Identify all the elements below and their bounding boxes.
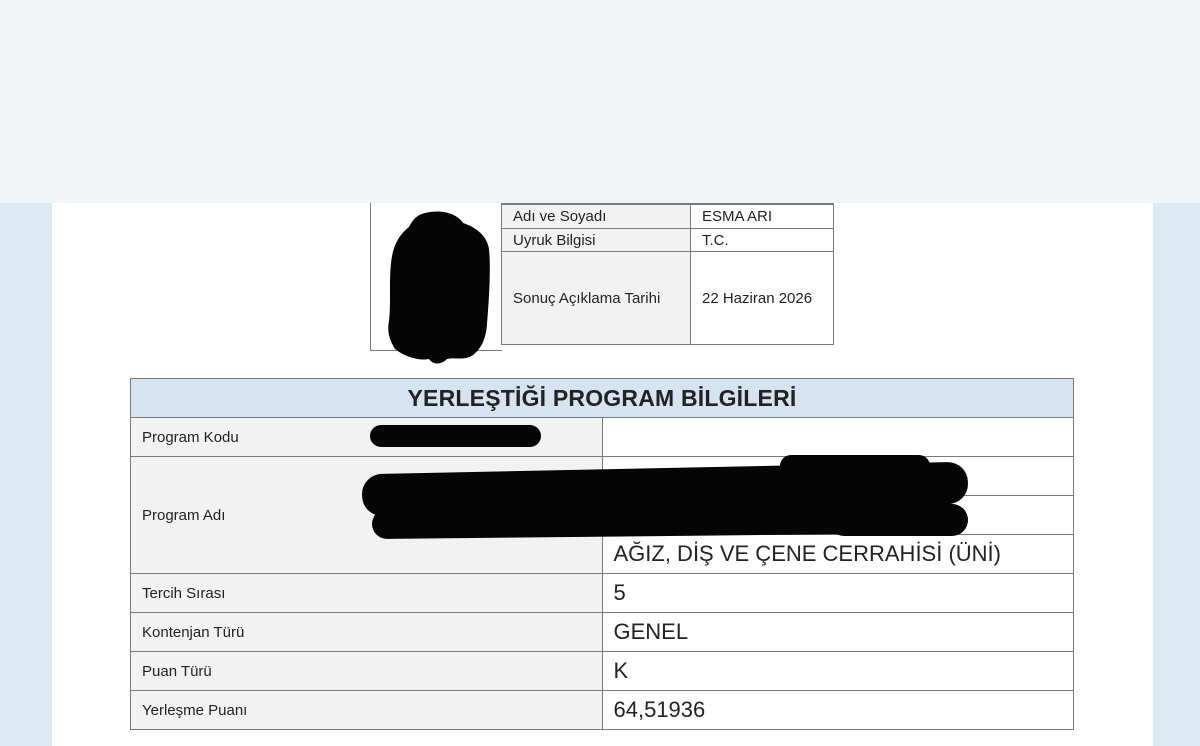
program-code-value — [601, 417, 1074, 457]
personal-info-table: Adı ve Soyadı ESMA ARI Uyruk Bilgisi T.C… — [501, 203, 834, 345]
preference-order-label: Tercih Sırası — [130, 573, 603, 613]
result-date-label: Sonuç Açıklama Tarihi — [501, 251, 691, 345]
placement-score-label: Yerleşme Puanı — [130, 690, 603, 730]
top-bar — [0, 0, 1200, 203]
placement-score-row: Yerleşme Puanı 64,51936 — [130, 690, 1074, 730]
info-row-result-date: Sonuç Açıklama Tarihi 22 Haziran 2026 — [501, 251, 834, 345]
program-code-redaction — [370, 425, 541, 447]
quota-type-row: Kontenjan Türü GENEL — [130, 612, 1074, 652]
applicant-photo — [370, 203, 502, 364]
program-code-row: Program Kodu — [130, 417, 1074, 457]
name-value: ESMA ARI — [690, 203, 834, 229]
result-date-value: 22 Haziran 2026 — [690, 251, 834, 345]
quota-type-label: Kontenjan Türü — [130, 612, 603, 652]
preference-order-value: 5 — [601, 573, 1074, 613]
score-type-value: K — [601, 651, 1074, 691]
name-label: Adı ve Soyadı — [501, 203, 691, 229]
quota-type-value: GENEL — [601, 612, 1074, 652]
program-name-redaction-2 — [780, 455, 930, 477]
info-row-nationality: Uyruk Bilgisi T.C. — [501, 228, 834, 252]
nationality-label: Uyruk Bilgisi — [501, 228, 691, 252]
nationality-value: T.C. — [690, 228, 834, 252]
photo-redaction — [388, 211, 490, 364]
info-row-name: Adı ve Soyadı ESMA ARI — [501, 203, 834, 229]
placement-title: YERLEŞTİĞİ PROGRAM BİLGİLERİ — [130, 378, 1074, 418]
program-name-redaction-4 — [828, 504, 968, 536]
preference-order-row: Tercih Sırası 5 — [130, 573, 1074, 613]
placement-score-value: 64,51936 — [601, 690, 1074, 730]
placement-table: YERLEŞTİĞİ PROGRAM BİLGİLERİ Program Kod… — [130, 378, 1074, 730]
placement-header-row: YERLEŞTİĞİ PROGRAM BİLGİLERİ — [130, 378, 1074, 418]
program-name-line-3: AĞIZ, DİŞ VE ÇENE CERRAHİSİ (ÜNİ) — [601, 534, 1074, 574]
score-type-row: Puan Türü K — [130, 651, 1074, 691]
score-type-label: Puan Türü — [130, 651, 603, 691]
